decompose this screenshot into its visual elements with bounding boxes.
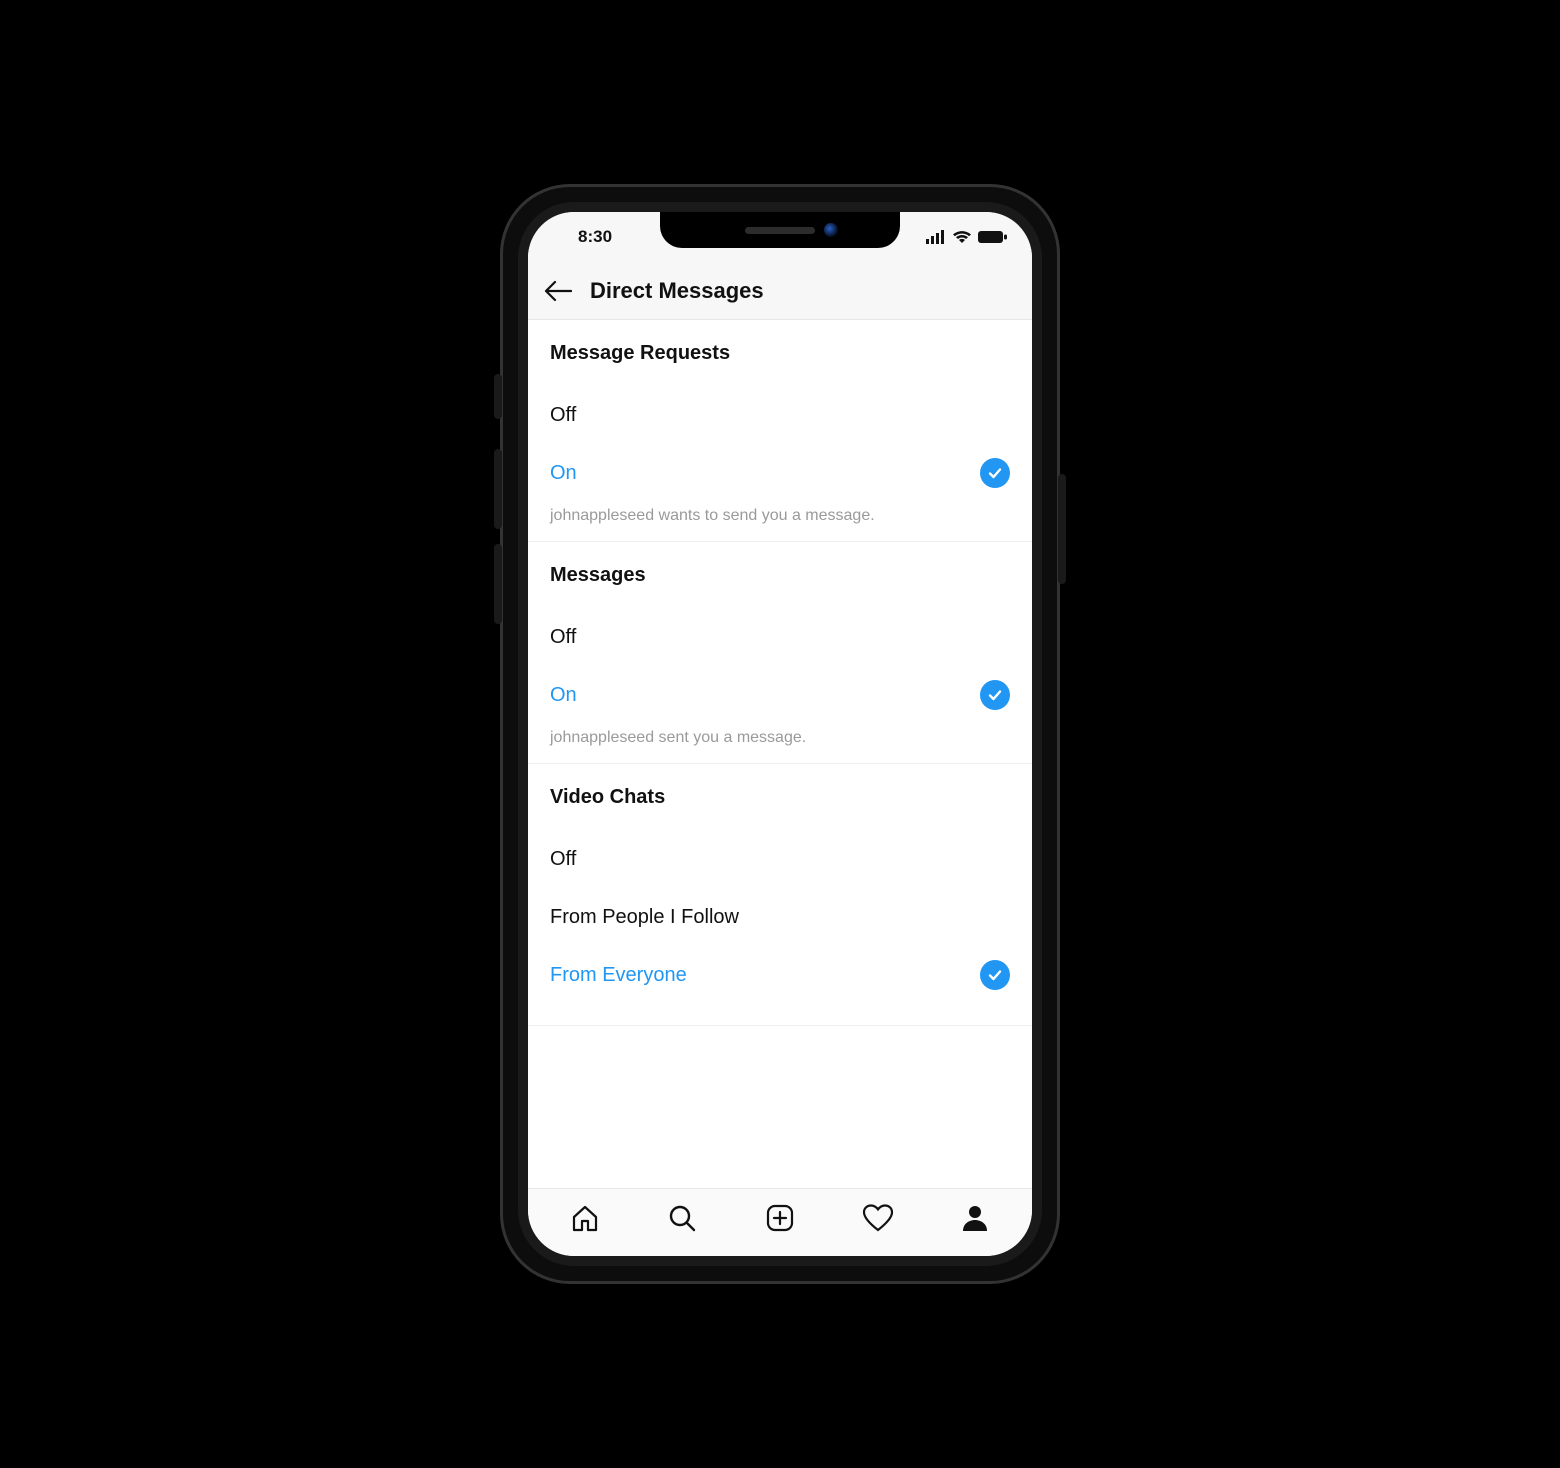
- section-messages: Messages Off On johnappleseed sent you a…: [528, 542, 1032, 764]
- section-title: Messages: [550, 564, 1010, 587]
- section-message-requests: Message Requests Off On johnappleseed wa…: [528, 320, 1032, 542]
- profile-icon: [961, 1204, 989, 1232]
- option-label: Off: [550, 626, 576, 649]
- section-video-chats: Video Chats Off From People I Follow Fro…: [528, 764, 1032, 1026]
- tab-home[interactable]: [565, 1198, 605, 1238]
- content-scroll[interactable]: Message Requests Off On johnappleseed wa…: [528, 320, 1032, 1188]
- battery-icon: [978, 230, 1008, 244]
- notch: [660, 212, 900, 248]
- wifi-icon: [952, 230, 972, 244]
- section-subtext: johnappleseed wants to send you a messag…: [550, 507, 1010, 525]
- status-time: 8:30: [560, 227, 660, 247]
- option-label: On: [550, 684, 577, 707]
- plus-square-icon: [765, 1203, 795, 1233]
- volume-down-button: [494, 544, 502, 624]
- option-message-requests-off[interactable]: Off: [550, 391, 1010, 439]
- phone-bezel: 8:30: [518, 202, 1042, 1266]
- section-subtext: johnappleseed sent you a message.: [550, 729, 1010, 747]
- option-label: From Everyone: [550, 964, 687, 987]
- checkmark-icon: [980, 960, 1010, 990]
- tab-profile[interactable]: [955, 1198, 995, 1238]
- speaker: [745, 227, 815, 234]
- option-messages-on[interactable]: On: [550, 671, 1010, 719]
- front-camera: [824, 223, 838, 237]
- tab-search[interactable]: [662, 1198, 702, 1238]
- option-message-requests-on[interactable]: On: [550, 449, 1010, 497]
- home-icon: [570, 1203, 600, 1233]
- power-button: [1058, 474, 1066, 584]
- section-title: Message Requests: [550, 342, 1010, 365]
- option-video-chats-follow[interactable]: From People I Follow: [550, 893, 1010, 941]
- checkmark-icon: [980, 680, 1010, 710]
- cellular-icon: [926, 230, 946, 244]
- tab-bar: [528, 1188, 1032, 1256]
- phone-frame: 8:30: [500, 184, 1060, 1284]
- mute-switch: [494, 374, 502, 419]
- tab-activity[interactable]: [858, 1198, 898, 1238]
- search-icon: [667, 1203, 697, 1233]
- page-header: Direct Messages: [528, 262, 1032, 320]
- option-video-chats-everyone[interactable]: From Everyone: [550, 951, 1010, 999]
- option-label: Off: [550, 848, 576, 871]
- heart-icon: [862, 1203, 894, 1233]
- back-arrow-icon: [544, 280, 572, 302]
- option-video-chats-off[interactable]: Off: [550, 835, 1010, 883]
- section-title: Video Chats: [550, 786, 1010, 809]
- option-label: From People I Follow: [550, 906, 739, 929]
- screen: 8:30: [528, 212, 1032, 1256]
- back-button[interactable]: [544, 277, 572, 305]
- status-indicators: [926, 230, 1008, 244]
- page-title: Direct Messages: [590, 278, 764, 304]
- checkmark-icon: [980, 458, 1010, 488]
- option-label: On: [550, 462, 577, 485]
- tab-new-post[interactable]: [760, 1198, 800, 1238]
- option-messages-off[interactable]: Off: [550, 613, 1010, 661]
- volume-up-button: [494, 449, 502, 529]
- option-label: Off: [550, 404, 576, 427]
